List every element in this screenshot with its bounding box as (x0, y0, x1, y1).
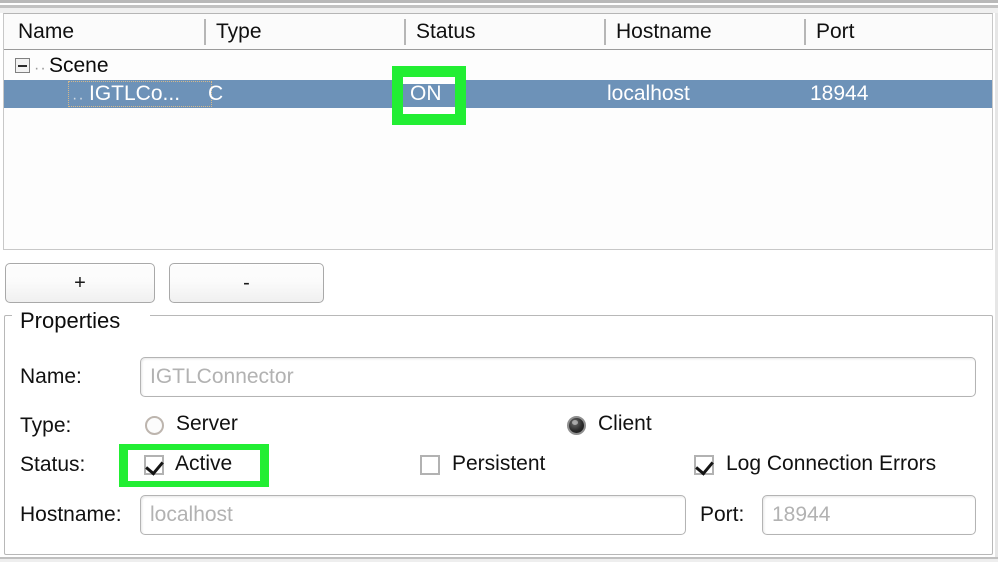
radio-client[interactable] (567, 416, 586, 435)
annotation-inner-fill-bottom (403, 107, 455, 114)
label-status: Status: (20, 453, 86, 476)
add-connector-button[interactable]: + (5, 263, 155, 303)
hostname-input[interactable]: localhost (140, 495, 686, 535)
checkbox-log-connection-errors-label[interactable]: Log Connection Errors (726, 452, 936, 476)
radio-server-label[interactable]: Server (176, 412, 238, 436)
column-header-port[interactable]: Port (806, 14, 855, 50)
cell-status: ON (410, 82, 442, 105)
label-hostname: Hostname: (20, 503, 122, 526)
column-header-name[interactable]: Name (8, 14, 74, 50)
remove-connector-button[interactable]: - (169, 263, 324, 303)
checkbox-active-label[interactable]: Active (175, 452, 232, 476)
checkbox-active[interactable] (144, 455, 164, 475)
cell-port: 18944 (810, 82, 869, 105)
label-name: Name: (20, 365, 82, 388)
connector-tree-panel[interactable]: Name Type Status Hostname Port ·· Scene … (3, 13, 993, 250)
igtl-connector-panel: Name Type Status Hostname Port ·· Scene … (0, 0, 998, 562)
radio-client-label[interactable]: Client (598, 412, 652, 436)
label-type: Type: (20, 414, 72, 437)
column-header-hostname[interactable]: Hostname (606, 14, 712, 50)
annotation-inner-fill-top (403, 77, 455, 84)
checkbox-persistent[interactable] (420, 455, 440, 475)
label-port: Port: (700, 503, 745, 526)
checkbox-persistent-label[interactable]: Persistent (452, 452, 545, 476)
table-row[interactable]: ·· Scene (4, 52, 992, 80)
name-input[interactable]: IGTLConnector (140, 357, 976, 397)
column-header-type[interactable]: Type (206, 14, 262, 50)
table-row[interactable]: ·· IGTLCo... C ON localhost 18944 (4, 80, 992, 108)
tree-node-label-connector[interactable]: IGTLCo... (89, 80, 180, 108)
tree-connector-dots: ·· (34, 60, 47, 77)
tree-header-row: Name Type Status Hostname Port (4, 14, 992, 50)
radio-server[interactable] (145, 416, 164, 435)
port-input[interactable]: 18944 (762, 495, 976, 535)
collapse-minus-icon[interactable] (15, 58, 30, 73)
cell-type: C (208, 82, 224, 105)
column-header-status[interactable]: Status (406, 14, 476, 50)
properties-group-title: Properties (14, 308, 127, 334)
checkbox-log-connection-errors[interactable] (694, 455, 714, 475)
tree-connector-dots: ·· (72, 90, 85, 107)
tree-node-label-scene[interactable]: Scene (49, 52, 109, 80)
cell-hostname: localhost (607, 82, 690, 105)
